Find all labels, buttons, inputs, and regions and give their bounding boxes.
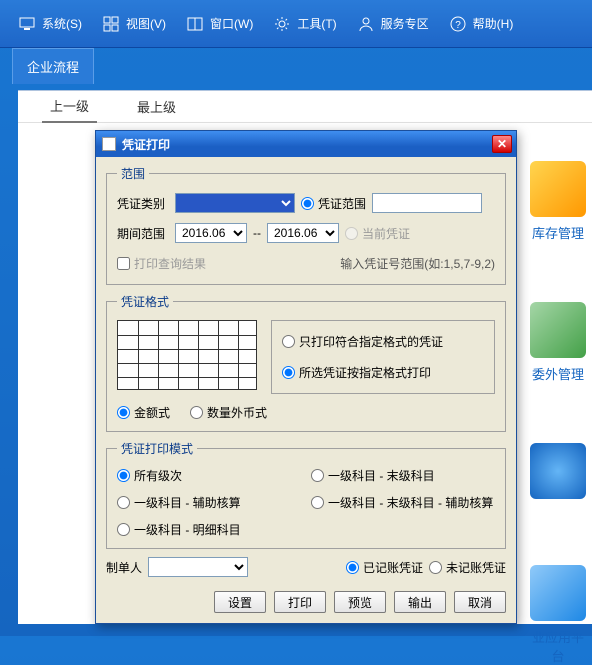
tab-enterprise-flow[interactable]: 企业流程 bbox=[12, 48, 94, 84]
mode-all-radio[interactable]: 所有级次 bbox=[117, 467, 301, 484]
fmt-force-label: 所选凭证按指定格式打印 bbox=[299, 364, 431, 381]
dialog-body: 范围 凭证类别 凭证范围 期间范围 2016.06 -- 2016.06 bbox=[96, 157, 516, 623]
dialog-title: 凭证打印 bbox=[122, 136, 170, 153]
tile-icon bbox=[530, 565, 586, 621]
tab-row: 企业流程 bbox=[0, 48, 592, 84]
close-icon: ✕ bbox=[497, 137, 507, 151]
tile-label: 库存管理 bbox=[528, 223, 588, 242]
current-voucher-radio-input bbox=[345, 227, 358, 240]
close-button[interactable]: ✕ bbox=[492, 135, 512, 153]
menu-tools[interactable]: 工具(T) bbox=[263, 9, 346, 39]
fmt-match-radio-input[interactable] bbox=[282, 335, 295, 348]
menu-label: 帮助(H) bbox=[473, 15, 514, 32]
tile-label: 业应用平台 bbox=[528, 627, 588, 665]
voucher-range-input[interactable] bbox=[372, 193, 482, 213]
menu-view[interactable]: 视图(V) bbox=[92, 9, 176, 39]
menu-help[interactable]: ? 帮助(H) bbox=[439, 9, 524, 39]
current-voucher-radio-label: 当前凭证 bbox=[362, 225, 410, 242]
menu-label: 工具(T) bbox=[297, 15, 336, 32]
mode-l1-aux-radio[interactable]: 一级科目 - 辅助核算 bbox=[117, 494, 301, 511]
date-to-select[interactable]: 2016.06 bbox=[267, 223, 339, 243]
fmt-force-radio[interactable]: 所选凭证按指定格式打印 bbox=[282, 364, 484, 381]
posted-radio[interactable]: 已记账凭证 bbox=[346, 559, 423, 576]
period-label: 期间范围 bbox=[117, 225, 169, 242]
mode-l1-last-aux-radio[interactable]: 一级科目 - 末级科目 - 辅助核算 bbox=[311, 494, 495, 511]
print-query-checkbox-label: 打印查询结果 bbox=[134, 255, 206, 272]
breadcrumb: 上一级 最上级 bbox=[18, 91, 592, 123]
menu-label: 服务专区 bbox=[381, 15, 429, 32]
fmt-force-radio-input[interactable] bbox=[282, 366, 295, 379]
voucher-range-radio[interactable]: 凭证范围 bbox=[301, 195, 366, 212]
help-icon: ? bbox=[449, 15, 467, 33]
grid-icon bbox=[102, 15, 120, 33]
voucher-print-dialog: 凭证打印 ✕ 范围 凭证类别 凭证范围 期间范围 2016.06 bbox=[95, 130, 517, 624]
svg-text:?: ? bbox=[455, 20, 461, 31]
menu-label: 系统(S) bbox=[42, 15, 82, 32]
print-button[interactable]: 打印 bbox=[274, 591, 326, 613]
preparer-label: 制单人 bbox=[106, 559, 142, 576]
tile-icon bbox=[530, 161, 586, 217]
tile-label: 委外管理 bbox=[528, 364, 588, 383]
mode-l1-last-radio[interactable]: 一级科目 - 末级科目 bbox=[311, 467, 495, 484]
mode-l1-detail-radio[interactable]: 一级科目 - 明细科目 bbox=[117, 521, 301, 538]
tile-platform[interactable]: 业应用平台 bbox=[528, 565, 588, 665]
settings-button[interactable]: 设置 bbox=[214, 591, 266, 613]
style-amount-label: 金额式 bbox=[134, 404, 170, 421]
menu-label: 视图(V) bbox=[126, 15, 166, 32]
menu-system[interactable]: 系统(S) bbox=[8, 9, 92, 39]
format-fieldset: 凭证格式 只打印符合指定格式的凭证 所选凭证按指定格式打印 bbox=[106, 293, 506, 432]
voucher-type-label: 凭证类别 bbox=[117, 195, 169, 212]
tile-outsource[interactable]: 委外管理 bbox=[528, 302, 588, 383]
tile-icon bbox=[530, 443, 586, 499]
voucher-range-radio-label: 凭证范围 bbox=[318, 195, 366, 212]
fmt-match-label: 只打印符合指定格式的凭证 bbox=[299, 333, 443, 350]
gear-icon bbox=[273, 15, 291, 33]
monitor-icon bbox=[18, 15, 36, 33]
style-amount-radio[interactable]: 金额式 bbox=[117, 404, 170, 421]
format-options: 只打印符合指定格式的凭证 所选凭证按指定格式打印 bbox=[271, 320, 495, 394]
tile-inventory[interactable]: 库存管理 bbox=[528, 161, 588, 242]
range-hint: 输入凭证号范围(如:1,5,7-9,2) bbox=[340, 255, 495, 272]
date-dash: -- bbox=[253, 226, 261, 240]
current-voucher-radio: 当前凭证 bbox=[345, 225, 410, 242]
voucher-type-select[interactable] bbox=[175, 193, 295, 213]
fmt-match-radio[interactable]: 只打印符合指定格式的凭证 bbox=[282, 333, 484, 350]
preview-button[interactable]: 预览 bbox=[334, 591, 386, 613]
scope-legend: 范围 bbox=[117, 165, 149, 182]
scope-fieldset: 范围 凭证类别 凭证范围 期间范围 2016.06 -- 2016.06 bbox=[106, 165, 506, 285]
dialog-icon bbox=[102, 137, 116, 151]
mode-legend: 凭证打印模式 bbox=[117, 440, 197, 457]
style-amount-radio-input[interactable] bbox=[117, 406, 130, 419]
print-query-checkbox[interactable]: 打印查询结果 bbox=[117, 255, 206, 272]
format-preview bbox=[117, 320, 257, 390]
style-qtyfx-radio-input[interactable] bbox=[190, 406, 203, 419]
unposted-radio[interactable]: 未记账凭证 bbox=[429, 559, 506, 576]
button-bar: 设置 打印 预览 输出 取消 bbox=[106, 587, 506, 613]
style-qtyfx-label: 数量外币式 bbox=[207, 404, 267, 421]
menubar: 系统(S) 视图(V) 窗口(W) 工具(T) 服务专区 ? 帮助(H) bbox=[0, 0, 592, 48]
menu-service[interactable]: 服务专区 bbox=[347, 9, 439, 39]
cancel-button[interactable]: 取消 bbox=[454, 591, 506, 613]
date-from-select[interactable]: 2016.06 bbox=[175, 223, 247, 243]
tile-icon bbox=[530, 302, 586, 358]
person-icon bbox=[357, 15, 375, 33]
tile-network[interactable] bbox=[528, 443, 588, 505]
dialog-titlebar[interactable]: 凭证打印 ✕ bbox=[96, 131, 516, 157]
crumb-top[interactable]: 最上级 bbox=[129, 91, 184, 122]
format-legend: 凭证格式 bbox=[117, 293, 173, 310]
style-qtyfx-radio[interactable]: 数量外币式 bbox=[190, 404, 267, 421]
preparer-select[interactable] bbox=[148, 557, 248, 577]
window-icon bbox=[186, 15, 204, 33]
voucher-range-radio-input[interactable] bbox=[301, 197, 314, 210]
menu-label: 窗口(W) bbox=[210, 15, 253, 32]
export-button[interactable]: 输出 bbox=[394, 591, 446, 613]
menu-window[interactable]: 窗口(W) bbox=[176, 9, 263, 39]
mode-fieldset: 凭证打印模式 所有级次 一级科目 - 末级科目 一级科目 - 辅助核算 一级科目… bbox=[106, 440, 506, 549]
print-query-checkbox-input[interactable] bbox=[117, 257, 130, 270]
app-tiles: 库存管理 委外管理 业应用平台 bbox=[528, 161, 592, 665]
crumb-prev[interactable]: 上一级 bbox=[42, 90, 97, 123]
